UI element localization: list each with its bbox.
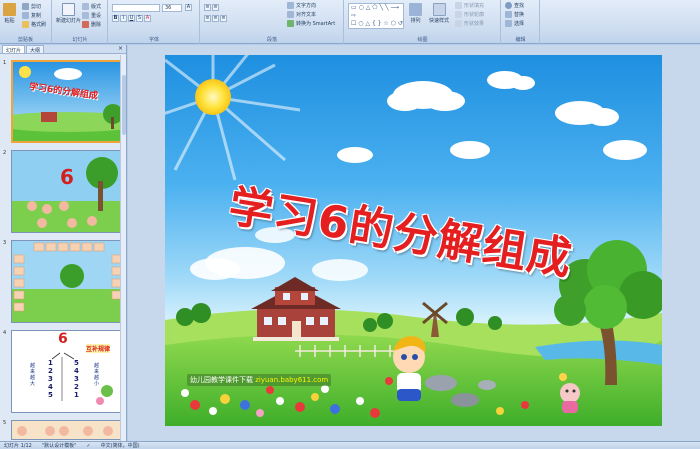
reset-icon [82, 12, 89, 19]
status-bar: 幻灯片 1/12 "默认设计模板" ✓ 中文(简体，中国) [0, 441, 700, 449]
reset-button[interactable]: 重设 [82, 12, 101, 19]
layout-button[interactable]: 版式 [82, 3, 101, 10]
grow-font-button[interactable]: A [185, 4, 192, 11]
select-button[interactable]: 选择 [505, 20, 524, 27]
font-color-button[interactable]: A [144, 15, 151, 22]
slide-credit: 幼儿园教学课件下载 ziyuan.baby611.com [187, 374, 332, 386]
bullets-button[interactable]: ≡ [204, 4, 211, 11]
drawing-group: ▭ ○ △ ⬠ ╲ ╲ ⟶ ⇨ ☐ ○ △ { } ☆ ⬡ ↺ 排列 快速样式 形… [345, 0, 501, 44]
house [251, 277, 341, 341]
spellcheck-icon[interactable]: ✓ [86, 443, 90, 449]
shape-effects-button[interactable]: 形状效果 [455, 20, 484, 27]
format-painter-button[interactable]: 格式刷 [22, 21, 46, 28]
cut-button[interactable]: 剪切 [22, 3, 41, 10]
clipboard-group: 粘贴 剪切 复制 格式刷 剪贴板 [0, 0, 52, 44]
text-direction-icon [287, 2, 294, 9]
arrange-icon [409, 3, 422, 16]
italic-button[interactable]: I [120, 15, 127, 22]
thumb1-art [13, 62, 121, 141]
thumb4-art [51, 352, 113, 405]
credit-text: 幼儿园教学课件下载 [190, 376, 253, 384]
numbering-button[interactable]: ≡ [212, 4, 219, 11]
thumbnail-scrollbar[interactable] [120, 55, 126, 441]
copy-button[interactable]: 复制 [22, 12, 41, 19]
smartart-button[interactable]: 转换为 SmartArt [287, 20, 335, 27]
thumb2-art [12, 151, 122, 232]
paste-icon [3, 3, 16, 16]
editing-group: 查找 替换 选择 编辑 [502, 0, 540, 44]
font-size-combo[interactable]: 36 [162, 4, 182, 12]
text-direction-button[interactable]: 文字方向 [287, 2, 316, 9]
thumb2-number: 6 [60, 165, 74, 189]
align-left-button[interactable]: ≡ [204, 15, 211, 22]
quick-styles-button[interactable]: 快速样式 [429, 3, 449, 24]
align-center-button[interactable]: ≡ [212, 15, 219, 22]
shape-fill-button[interactable]: 形状填充 [455, 2, 484, 9]
shapes-gallery[interactable]: ▭ ○ △ ⬠ ╲ ╲ ⟶ ⇨ ☐ ○ △ { } ☆ ⬡ ↺ [348, 3, 404, 29]
delete-slide-button[interactable]: 删除 [82, 21, 101, 28]
align-text-icon [287, 11, 294, 18]
slides-group: 新建幻灯片 版式 重设 删除 幻灯片 [53, 0, 108, 44]
credit-url: ziyuan.baby611.com [255, 376, 329, 384]
strikethrough-button[interactable]: S [136, 15, 143, 22]
new-slide-icon [62, 3, 75, 16]
slide-thumbnail-5[interactable] [11, 420, 123, 440]
effects-icon [455, 20, 462, 27]
thumb3-art [12, 241, 122, 322]
thumb5-art [17, 426, 113, 436]
delete-icon [82, 21, 89, 28]
align-right-button[interactable]: ≡ [220, 15, 227, 22]
align-text-button[interactable]: 对齐文本 [287, 11, 316, 18]
replace-icon [505, 11, 512, 18]
underline-button[interactable]: U [128, 15, 135, 22]
brush-icon [22, 21, 29, 28]
smartart-icon [287, 20, 294, 27]
slide-thumbnail-2[interactable]: 6 [11, 150, 123, 233]
quick-styles-icon [432, 3, 446, 16]
slide-editor: 学习6的分解组成 幼儿园教学课件下载 ziyuan.baby611.com [128, 45, 700, 441]
close-icon[interactable]: × [118, 45, 123, 53]
sun-rays [165, 55, 301, 181]
copy-icon [22, 12, 29, 19]
ribbon: 粘贴 剪切 复制 格式刷 剪贴板 新建幻灯片 版式 重设 删除 幻灯片 36 A… [0, 0, 700, 44]
search-icon [505, 2, 512, 9]
tab-outline[interactable]: 大纲 [26, 45, 45, 54]
pane-tabs: 幻灯片 大纲 × [0, 45, 126, 54]
new-slide-button[interactable]: 新建幻灯片 [56, 3, 81, 24]
theme-name: "默认设计模板" [41, 443, 77, 449]
font-group: 36 A B I U S A 字体 [109, 0, 200, 44]
language-indicator: 中文(简体，中国) [100, 443, 140, 449]
sun-icon [195, 79, 231, 115]
scissors-icon [22, 3, 29, 10]
cursor-icon [505, 20, 512, 27]
replace-button[interactable]: 替换 [505, 11, 524, 18]
slide-counter: 幻灯片 1/12 [4, 443, 32, 449]
fill-icon [455, 2, 462, 9]
font-name-combo[interactable] [112, 4, 160, 12]
paste-button[interactable]: 粘贴 [3, 3, 16, 24]
outline-icon [455, 11, 462, 18]
slide-thumbnail-1[interactable]: 学习6的分解组成 [11, 60, 123, 143]
paragraph-group: ≡ ≡ ≡ ≡ ≡ 文字方向 对齐文本 转换为 SmartArt 段落 [201, 0, 344, 44]
scrollbar-thumb[interactable] [122, 75, 126, 135]
layout-icon [82, 3, 89, 10]
slide-thumbnail-3[interactable] [11, 240, 123, 323]
current-slide[interactable]: 学习6的分解组成 幼儿园教学课件下载 ziyuan.baby611.com [165, 55, 662, 426]
tab-slides[interactable]: 幻灯片 [2, 45, 26, 54]
arrange-button[interactable]: 排列 [409, 3, 422, 24]
powerpoint-window: 粘贴 剪切 复制 格式刷 剪贴板 新建幻灯片 版式 重设 删除 幻灯片 36 A… [0, 0, 700, 449]
slide-thumbnail-4[interactable]: 6 互补规律 越来越大 越来越小 1 2 3 4 5 5 4 3 2 1 [11, 330, 123, 413]
bold-button[interactable]: B [112, 15, 119, 22]
shape-outline-button[interactable]: 形状轮廓 [455, 11, 484, 18]
slide-thumbnail-pane: 幻灯片 大纲 × 1 学习6的分解组成 2 6 3 4 6 互补规律 越来越大 … [0, 45, 127, 441]
find-button[interactable]: 查找 [505, 2, 524, 9]
